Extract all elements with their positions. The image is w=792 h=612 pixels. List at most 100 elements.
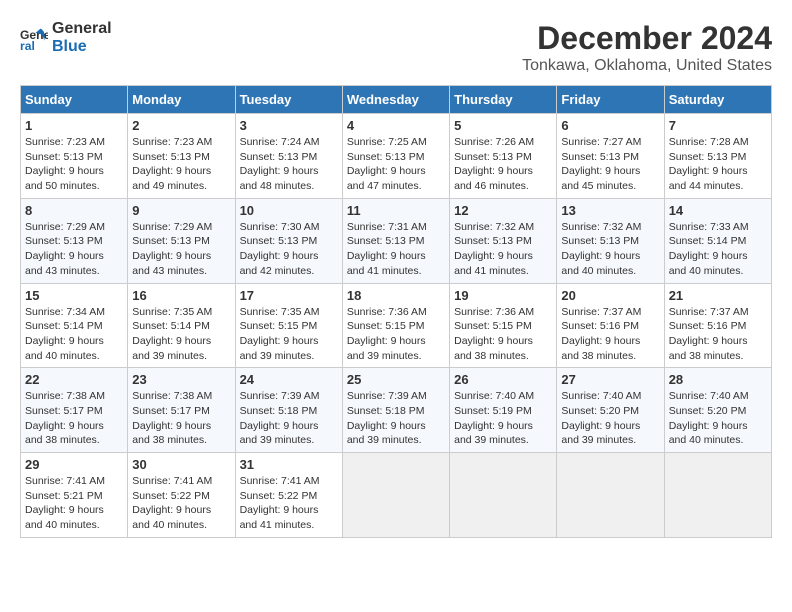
day-info: Sunrise: 7:41 AMSunset: 5:21 PMDaylight:… xyxy=(25,474,123,533)
subtitle: Tonkawa, Oklahoma, United States xyxy=(522,57,772,75)
calendar-cell: 7 Sunrise: 7:28 AMSunset: 5:13 PMDaylight… xyxy=(664,114,771,199)
day-number: 19 xyxy=(454,288,552,303)
calendar-cell: 12 Sunrise: 7:32 AMSunset: 5:13 PMDayligh… xyxy=(450,198,557,283)
day-info: Sunrise: 7:38 AMSunset: 5:17 PMDaylight:… xyxy=(132,389,230,448)
calendar-cell: 18 Sunrise: 7:36 AMSunset: 5:15 PMDayligh… xyxy=(342,283,449,368)
day-number: 2 xyxy=(132,118,230,133)
calendar-week-row: 15Sunrise: 7:34 AMSunset: 5:14 PMDayligh… xyxy=(21,283,772,368)
day-info: Sunrise: 7:36 AMSunset: 5:15 PMDaylight:… xyxy=(347,305,445,364)
day-number: 6 xyxy=(561,118,659,133)
calendar-cell xyxy=(557,453,664,538)
day-info: Sunrise: 7:40 AMSunset: 5:20 PMDaylight:… xyxy=(561,389,659,448)
day-info: Sunrise: 7:39 AMSunset: 5:18 PMDaylight:… xyxy=(347,389,445,448)
day-number: 7 xyxy=(669,118,767,133)
day-number: 11 xyxy=(347,203,445,218)
day-number: 26 xyxy=(454,372,552,387)
day-info: Sunrise: 7:28 AMSunset: 5:13 PMDaylight:… xyxy=(669,135,767,194)
calendar-cell: 26 Sunrise: 7:40 AMSunset: 5:19 PMDayligh… xyxy=(450,368,557,453)
calendar-cell: 15Sunrise: 7:34 AMSunset: 5:14 PMDayligh… xyxy=(21,283,128,368)
header: Gene ral General Blue December 2024 Tonk… xyxy=(20,20,772,75)
day-number: 24 xyxy=(240,372,338,387)
calendar-cell xyxy=(450,453,557,538)
day-info: Sunrise: 7:29 AMSunset: 5:13 PMDaylight:… xyxy=(132,220,230,279)
logo-text: General Blue xyxy=(52,20,112,55)
day-info: Sunrise: 7:33 AMSunset: 5:14 PMDaylight:… xyxy=(669,220,767,279)
weekday-header: Sunday xyxy=(21,86,128,114)
weekday-header: Monday xyxy=(128,86,235,114)
day-number: 25 xyxy=(347,372,445,387)
day-info: Sunrise: 7:29 AMSunset: 5:13 PMDaylight:… xyxy=(25,220,123,279)
calendar-week-row: 29 Sunrise: 7:41 AMSunset: 5:21 PMDayligh… xyxy=(21,453,772,538)
calendar-week-row: 8 Sunrise: 7:29 AMSunset: 5:13 PMDaylight… xyxy=(21,198,772,283)
day-info: Sunrise: 7:25 AMSunset: 5:13 PMDaylight:… xyxy=(347,135,445,194)
day-info: Sunrise: 7:32 AMSunset: 5:13 PMDaylight:… xyxy=(561,220,659,279)
calendar-cell: 4 Sunrise: 7:25 AMSunset: 5:13 PMDaylight… xyxy=(342,114,449,199)
calendar-cell: 5Sunrise: 7:26 AMSunset: 5:13 PMDaylight… xyxy=(450,114,557,199)
day-number: 18 xyxy=(347,288,445,303)
calendar-week-row: 22Sunrise: 7:38 AMSunset: 5:17 PMDayligh… xyxy=(21,368,772,453)
day-info: Sunrise: 7:32 AMSunset: 5:13 PMDaylight:… xyxy=(454,220,552,279)
day-number: 4 xyxy=(347,118,445,133)
calendar-cell: 8 Sunrise: 7:29 AMSunset: 5:13 PMDaylight… xyxy=(21,198,128,283)
weekday-header: Thursday xyxy=(450,86,557,114)
day-number: 29 xyxy=(25,457,123,472)
day-info: Sunrise: 7:35 AMSunset: 5:14 PMDaylight:… xyxy=(132,305,230,364)
logo-icon: Gene ral xyxy=(20,24,48,52)
calendar-cell: 11 Sunrise: 7:31 AMSunset: 5:13 PMDayligh… xyxy=(342,198,449,283)
calendar-cell: 1Sunrise: 7:23 AMSunset: 5:13 PMDaylight… xyxy=(21,114,128,199)
calendar-cell xyxy=(664,453,771,538)
calendar-table: SundayMondayTuesdayWednesdayThursdayFrid… xyxy=(20,85,772,538)
calendar-cell: 19 Sunrise: 7:36 AMSunset: 5:15 PMDayligh… xyxy=(450,283,557,368)
calendar-cell: 28Sunrise: 7:40 AMSunset: 5:20 PMDayligh… xyxy=(664,368,771,453)
day-number: 30 xyxy=(132,457,230,472)
calendar-cell: 21 Sunrise: 7:37 AMSunset: 5:16 PMDayligh… xyxy=(664,283,771,368)
main-title: December 2024 xyxy=(522,20,772,57)
title-area: December 2024 Tonkawa, Oklahoma, United … xyxy=(522,20,772,75)
day-info: Sunrise: 7:37 AMSunset: 5:16 PMDaylight:… xyxy=(669,305,767,364)
day-number: 15 xyxy=(25,288,123,303)
logo: Gene ral General Blue xyxy=(20,20,112,55)
weekday-header: Saturday xyxy=(664,86,771,114)
day-info: Sunrise: 7:41 AMSunset: 5:22 PMDaylight:… xyxy=(240,474,338,533)
calendar-cell: 30 Sunrise: 7:41 AMSunset: 5:22 PMDayligh… xyxy=(128,453,235,538)
day-info: Sunrise: 7:36 AMSunset: 5:15 PMDaylight:… xyxy=(454,305,552,364)
day-info: Sunrise: 7:35 AMSunset: 5:15 PMDaylight:… xyxy=(240,305,338,364)
day-info: Sunrise: 7:39 AMSunset: 5:18 PMDaylight:… xyxy=(240,389,338,448)
calendar-cell: 13 Sunrise: 7:32 AMSunset: 5:13 PMDayligh… xyxy=(557,198,664,283)
calendar-cell xyxy=(342,453,449,538)
calendar-cell: 10Sunrise: 7:30 AMSunset: 5:13 PMDayligh… xyxy=(235,198,342,283)
day-number: 27 xyxy=(561,372,659,387)
calendar-cell: 27 Sunrise: 7:40 AMSunset: 5:20 PMDayligh… xyxy=(557,368,664,453)
day-number: 20 xyxy=(561,288,659,303)
calendar-week-row: 1Sunrise: 7:23 AMSunset: 5:13 PMDaylight… xyxy=(21,114,772,199)
weekday-header: Tuesday xyxy=(235,86,342,114)
calendar-cell: 24 Sunrise: 7:39 AMSunset: 5:18 PMDayligh… xyxy=(235,368,342,453)
calendar-cell: 14 Sunrise: 7:33 AMSunset: 5:14 PMDayligh… xyxy=(664,198,771,283)
calendar-cell: 31Sunrise: 7:41 AMSunset: 5:22 PMDayligh… xyxy=(235,453,342,538)
calendar-cell: 16 Sunrise: 7:35 AMSunset: 5:14 PMDayligh… xyxy=(128,283,235,368)
day-number: 8 xyxy=(25,203,123,218)
day-info: Sunrise: 7:31 AMSunset: 5:13 PMDaylight:… xyxy=(347,220,445,279)
day-info: Sunrise: 7:38 AMSunset: 5:17 PMDaylight:… xyxy=(25,389,123,448)
day-number: 10 xyxy=(240,203,338,218)
day-info: Sunrise: 7:23 AMSunset: 5:13 PMDaylight:… xyxy=(132,135,230,194)
day-number: 13 xyxy=(561,203,659,218)
calendar-cell: 3Sunrise: 7:24 AMSunset: 5:13 PMDaylight… xyxy=(235,114,342,199)
calendar-cell: 25 Sunrise: 7:39 AMSunset: 5:18 PMDayligh… xyxy=(342,368,449,453)
weekday-header: Wednesday xyxy=(342,86,449,114)
calendar-cell: 22Sunrise: 7:38 AMSunset: 5:17 PMDayligh… xyxy=(21,368,128,453)
calendar-cell: 2 Sunrise: 7:23 AMSunset: 5:13 PMDaylight… xyxy=(128,114,235,199)
day-number: 9 xyxy=(132,203,230,218)
calendar-cell: 23Sunrise: 7:38 AMSunset: 5:17 PMDayligh… xyxy=(128,368,235,453)
day-number: 12 xyxy=(454,203,552,218)
svg-text:ral: ral xyxy=(20,39,35,52)
day-number: 28 xyxy=(669,372,767,387)
day-number: 16 xyxy=(132,288,230,303)
calendar-cell: 20Sunrise: 7:37 AMSunset: 5:16 PMDayligh… xyxy=(557,283,664,368)
day-number: 21 xyxy=(669,288,767,303)
calendar-cell: 29 Sunrise: 7:41 AMSunset: 5:21 PMDayligh… xyxy=(21,453,128,538)
day-info: Sunrise: 7:26 AMSunset: 5:13 PMDaylight:… xyxy=(454,135,552,194)
day-info: Sunrise: 7:41 AMSunset: 5:22 PMDaylight:… xyxy=(132,474,230,533)
day-number: 14 xyxy=(669,203,767,218)
day-info: Sunrise: 7:40 AMSunset: 5:19 PMDaylight:… xyxy=(454,389,552,448)
